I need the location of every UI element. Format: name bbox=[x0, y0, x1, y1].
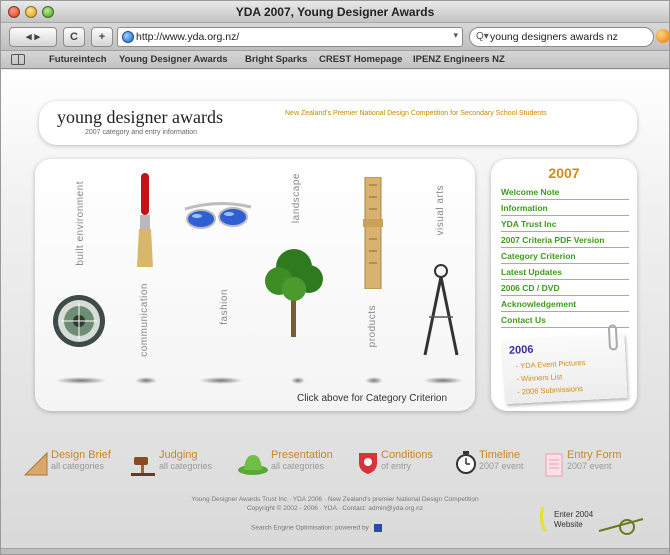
landscape-tree-icon[interactable] bbox=[263, 245, 325, 342]
seo-credit[interactable]: Search Engine Optimisation: powered by bbox=[251, 524, 382, 532]
bottom-nav-judging[interactable]: Judging all categories bbox=[131, 449, 231, 479]
nav-criteria-pdf[interactable]: 2007 Criteria PDF Version bbox=[501, 233, 629, 248]
nav-cd-dvd[interactable]: 2006 CD / DVD bbox=[501, 281, 629, 296]
bottom-nav-sub: all categories bbox=[271, 461, 325, 471]
dropdown-arrow-icon[interactable]: ▾ bbox=[453, 30, 458, 41]
bottom-nav-presentation[interactable]: Presentation all categories bbox=[237, 449, 347, 479]
bottom-nav-timeline[interactable]: Timeline 2007 event bbox=[455, 449, 539, 479]
globe-icon bbox=[122, 31, 134, 43]
bottom-nav-sub: 2007 event bbox=[479, 461, 524, 471]
search-text: young designers awards nz bbox=[490, 31, 618, 43]
nav-year-heading: 2007 bbox=[548, 165, 580, 181]
hat-icon bbox=[238, 455, 268, 475]
bottom-nav-sub: all categories bbox=[51, 461, 105, 471]
category-label-built-environment[interactable]: built environment bbox=[75, 181, 86, 266]
add-bookmark-button[interactable]: + bbox=[91, 27, 113, 47]
bottom-nav-entry-form[interactable]: Entry Form 2007 event bbox=[543, 449, 639, 479]
search-input[interactable]: Q▾ young designers awards nz bbox=[469, 27, 654, 47]
badge-icon bbox=[359, 453, 377, 474]
bottom-nav-design-brief[interactable]: Design Brief all categories bbox=[23, 449, 123, 479]
browser-window: YDA 2007, Young Designer Awards ◂ ▸ C + … bbox=[0, 0, 670, 555]
bookmarks-bar: Futureintech Young Designer Awards Brigh… bbox=[1, 51, 669, 69]
products-ruler-icon[interactable] bbox=[363, 176, 383, 294]
category-panel: built environment communication fashion … bbox=[35, 159, 475, 411]
search-icon: Q▾ bbox=[476, 31, 489, 42]
nav-information[interactable]: Information bbox=[501, 201, 629, 216]
nav-yda-trust[interactable]: YDA Trust Inc bbox=[501, 217, 629, 232]
address-bar[interactable]: http://www.yda.org.nz/ ▾ bbox=[117, 27, 463, 47]
paperclip-icon bbox=[607, 324, 619, 351]
bottom-nav-title: Entry Form bbox=[567, 449, 622, 461]
bottom-nav-conditions[interactable]: Conditions of entry bbox=[357, 449, 447, 479]
communication-shadow bbox=[135, 377, 157, 384]
archive-2006-note: 2006 - YDA Event Pictures - Winners List… bbox=[502, 324, 628, 405]
archive-year: 2006 bbox=[508, 343, 534, 357]
category-click-note: Click above for Category Criterion bbox=[297, 393, 448, 404]
browser-toolbar: ◂ ▸ C + http://www.yda.org.nz/ ▾ Q▾ youn… bbox=[1, 23, 669, 51]
archive-submissions[interactable]: - 2006 Submissions bbox=[517, 384, 583, 396]
gavel-icon bbox=[131, 457, 155, 476]
fashion-sunglasses-icon[interactable] bbox=[183, 199, 253, 238]
category-label-landscape[interactable]: landscape bbox=[291, 173, 302, 223]
bottom-nav-title: Conditions bbox=[381, 449, 433, 461]
nav-acknowledgement[interactable]: Acknowledgement bbox=[501, 297, 629, 312]
ruler-icon bbox=[23, 451, 48, 476]
visual-arts-compass-divider-icon[interactable] bbox=[419, 261, 463, 362]
footer-line-1: Young Designer Awards Trust Inc · YDA 20… bbox=[191, 496, 479, 503]
communication-paintbrush-icon[interactable] bbox=[135, 173, 155, 274]
bottom-nav-title: Judging bbox=[159, 449, 198, 461]
bottom-nav-sub: 2007 event bbox=[567, 461, 612, 471]
nav-category-criterion[interactable]: Category Criterion bbox=[501, 249, 629, 264]
bookmark-futureintech[interactable]: Futureintech bbox=[49, 54, 107, 65]
site-subtitle: 2007 category and entry information bbox=[85, 129, 198, 136]
bottom-nav-title: Timeline bbox=[479, 449, 521, 461]
form-icon bbox=[545, 453, 563, 477]
bottom-nav-title: Design Brief bbox=[51, 449, 111, 461]
page-bottom-edge bbox=[1, 548, 669, 554]
clock-icon bbox=[456, 451, 476, 474]
nav-welcome-note[interactable]: Welcome Note bbox=[501, 185, 629, 200]
landscape-shadow bbox=[291, 377, 305, 384]
window-title: YDA 2007, Young Designer Awards bbox=[235, 5, 435, 19]
category-label-fashion[interactable]: fashion bbox=[219, 289, 230, 325]
seo-credit-text: Search Engine Optimisation: powered by bbox=[251, 524, 369, 532]
site-header: young designer awards 2007 category and … bbox=[39, 101, 637, 145]
category-label-products[interactable]: products bbox=[367, 305, 378, 347]
seo-logo-icon bbox=[373, 524, 382, 532]
bookmark-young-designer-awards[interactable]: Young Designer Awards bbox=[119, 54, 228, 65]
bottom-nav-sub: of entry bbox=[381, 461, 412, 471]
site-title[interactable]: young designer awards bbox=[57, 107, 223, 128]
archive-event-pictures[interactable]: - YDA Event Pictures bbox=[516, 358, 586, 371]
site-tagline: New Zealand's Premier National Design Co… bbox=[285, 110, 547, 117]
snapback-icon[interactable] bbox=[656, 29, 669, 43]
visual-arts-shadow bbox=[423, 377, 463, 384]
bicycle-icon bbox=[539, 506, 644, 535]
reload-button[interactable]: C bbox=[63, 27, 85, 47]
bottom-nav-title: Presentation bbox=[271, 449, 333, 461]
bottom-nav-sub: all categories bbox=[159, 461, 213, 471]
back-forward-button[interactable]: ◂ ▸ bbox=[9, 27, 57, 47]
fashion-shadow bbox=[199, 377, 243, 384]
bookmark-bright-sparks[interactable]: Bright Sparks bbox=[245, 54, 307, 65]
category-label-communication[interactable]: communication bbox=[139, 283, 150, 357]
bookmarks-book-icon[interactable] bbox=[11, 54, 25, 65]
category-label-visual-arts[interactable]: visual arts bbox=[435, 185, 446, 236]
address-text: http://www.yda.org.nz/ bbox=[136, 31, 240, 43]
bookmark-ipenz[interactable]: IPENZ Engineers NZ bbox=[413, 54, 505, 65]
title-bar: YDA 2007, Young Designer Awards bbox=[1, 1, 669, 23]
bookmark-crest-homepage[interactable]: CREST Homepage bbox=[319, 54, 402, 65]
built-environment-compass-icon[interactable] bbox=[51, 293, 107, 354]
nav-latest-updates[interactable]: Latest Updates bbox=[501, 265, 629, 280]
built-environment-shadow bbox=[55, 377, 107, 384]
archive-winners-list[interactable]: - Winners List bbox=[516, 372, 562, 383]
side-navigation: 2007 Welcome Note Information YDA Trust … bbox=[491, 159, 637, 411]
products-shadow bbox=[365, 377, 383, 384]
